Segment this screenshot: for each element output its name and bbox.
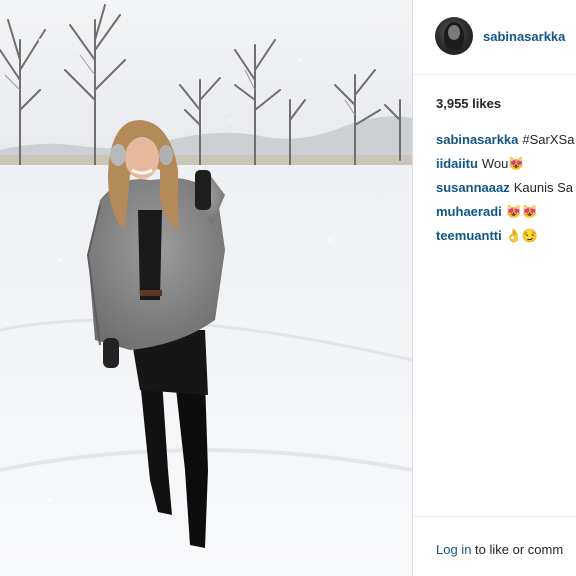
username-link[interactable]: sabinasarkka [483, 29, 565, 44]
comment-text: 👌😏 [505, 228, 539, 243]
comment-user-link[interactable]: muhaeradi [436, 204, 502, 219]
post-header: sabinasarkka [413, 0, 576, 75]
comment-item: iidaiitu Wou😻 [436, 155, 576, 179]
comment-item: muhaeradi 😻😻 [436, 203, 576, 227]
comment-user-link[interactable]: teemuantti [436, 228, 502, 243]
likes-count[interactable]: 3,955 likes [436, 96, 501, 111]
avatar[interactable] [435, 17, 473, 55]
comment-item: sabinasarkka #SarXSa [436, 131, 576, 155]
comment-text: Wou😻 [481, 156, 525, 171]
comment-text: Kaunis Sa [513, 180, 573, 195]
comment-user-link[interactable]: iidaiitu [436, 156, 478, 171]
login-prompt: Log in to like or comm [436, 542, 563, 557]
comment-user-link[interactable]: sabinasarkka [436, 132, 518, 147]
post-footer: Log in to like or comm [413, 516, 576, 576]
comment-text: 😻😻 [505, 204, 539, 219]
post-sidebar: sabinasarkka 3,955 likes sabinasarkka #Sa… [413, 0, 576, 576]
login-link[interactable]: Log in [436, 542, 471, 557]
comment-item: susannaaaz Kaunis Sa [436, 179, 576, 203]
avatar-face [448, 25, 460, 40]
login-suffix-text: to like or comm [471, 542, 564, 557]
comment-user-link[interactable]: susannaaaz [436, 180, 510, 195]
post-photo[interactable] [0, 0, 412, 576]
snow-scene-image [0, 0, 412, 576]
comment-text: #SarXSa [522, 132, 575, 147]
comments-list: sabinasarkka #SarXSa iidaiitu Wou😻 susanna… [436, 131, 576, 251]
comment-item: teemuantti 👌😏 [436, 227, 576, 251]
